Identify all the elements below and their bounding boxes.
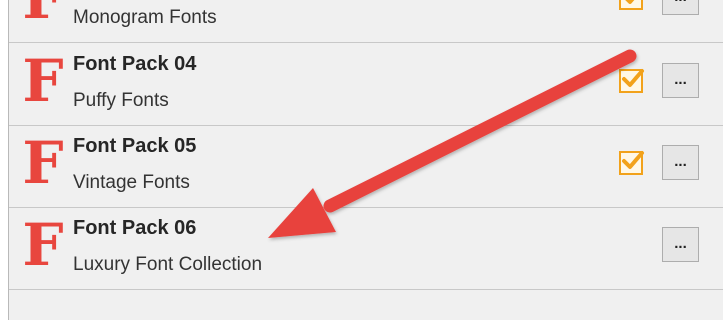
checkmark-icon [622, 69, 644, 87]
font-pack-checkbox[interactable] [619, 151, 644, 175]
font-pack-row: F Font Pack 04 Puffy Fonts ... [9, 43, 723, 126]
font-f-logo-icon: F [18, 0, 68, 30]
checkmark-icon [622, 151, 644, 169]
font-pack-title: Font Pack 04 [73, 53, 197, 75]
font-pack-list: F Monogram Fonts ... F Font Pack 04 Puff… [8, 0, 723, 320]
font-f-logo-icon: F [22, 47, 64, 115]
font-pack-row: F Font Pack 05 Vintage Fonts ... [9, 125, 723, 208]
font-pack-row: F Monogram Fonts ... [9, 0, 723, 43]
more-options-button[interactable]: ... [662, 0, 699, 15]
font-pack-subtitle: Monogram Fonts [73, 7, 217, 28]
font-f-logo-icon: F [22, 129, 64, 197]
font-pack-checkbox[interactable] [619, 69, 644, 93]
font-pack-checkbox[interactable] [619, 0, 643, 10]
more-options-button[interactable]: ... [662, 63, 699, 98]
font-pack-title: Font Pack 05 [73, 135, 197, 157]
font-pack-row: F Font Pack 06 Luxury Font Collection ..… [9, 207, 723, 290]
font-pack-subtitle: Puffy Fonts [73, 90, 169, 111]
font-pack-subtitle: Luxury Font Collection [73, 254, 263, 275]
checkmark-icon [625, 0, 635, 4]
font-pack-subtitle: Vintage Fonts [73, 172, 190, 193]
font-pack-title: Font Pack 06 [73, 217, 197, 239]
font-f-logo-icon: F [22, 211, 64, 279]
more-options-button[interactable]: ... [662, 145, 699, 180]
more-options-button[interactable]: ... [662, 227, 699, 262]
list-empty-area [9, 290, 723, 320]
